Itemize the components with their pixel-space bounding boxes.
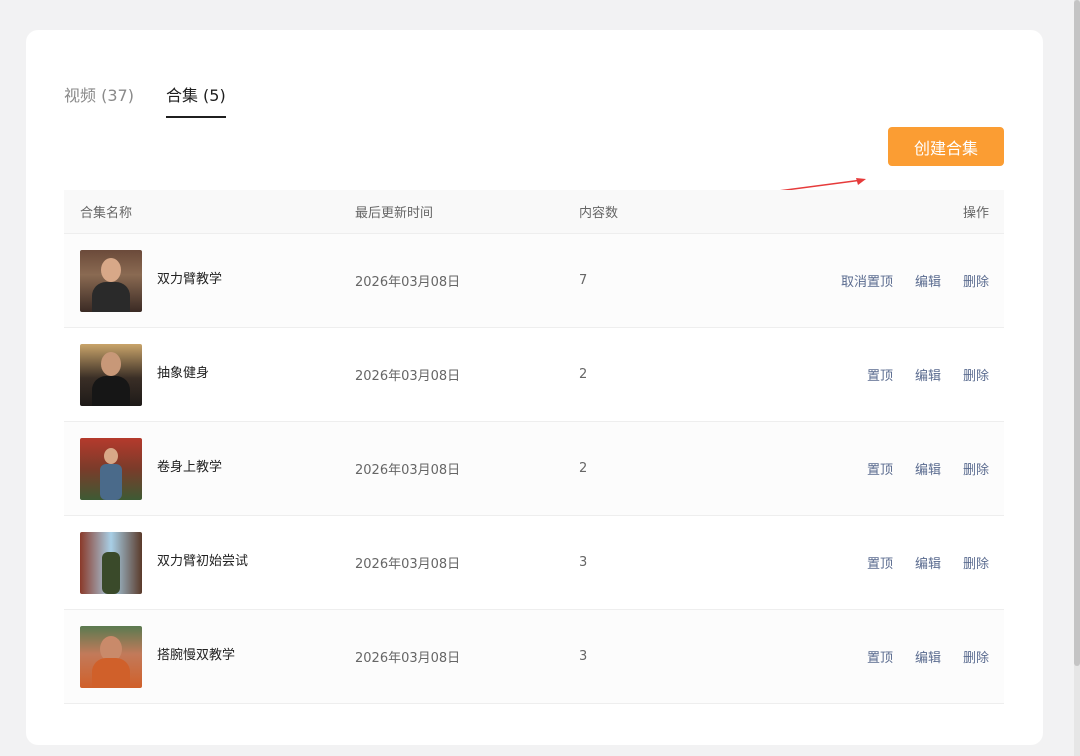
unpin-link[interactable]: 取消置顶 — [841, 271, 893, 290]
collection-count: 2 — [579, 367, 588, 382]
table-row: 搭腕慢双教学 2026年03月08日 3 置顶 编辑 删除 — [64, 610, 1004, 704]
delete-link[interactable]: 删除 — [963, 459, 989, 478]
collection-title: 抽象健身 — [157, 366, 210, 381]
collection-thumbnail[interactable] — [80, 249, 142, 312]
collection-title: 卷身上教学 — [157, 460, 223, 475]
collection-title: 双力臂初始尝试 — [157, 554, 249, 569]
collection-title: 搭腕慢双教学 — [157, 648, 236, 663]
header-name: 合集名称 — [80, 206, 133, 221]
delete-link[interactable]: 删除 — [963, 271, 989, 290]
edit-link[interactable]: 编辑 — [915, 365, 941, 384]
row-actions: 取消置顶 编辑 删除 — [729, 271, 1004, 290]
table-header: 合集名称 最后更新时间 内容数 操作 — [64, 190, 1004, 234]
table-row: 双力臂初始尝试 2026年03月08日 3 置顶 编辑 删除 — [64, 516, 1004, 610]
row-actions: 置顶 编辑 删除 — [729, 365, 1004, 384]
create-collection-button[interactable]: 创建合集 — [888, 127, 1004, 166]
pin-link[interactable]: 置顶 — [867, 459, 893, 478]
table-row: 双力臂教学 2026年03月08日 7 取消置顶 编辑 删除 — [64, 234, 1004, 328]
page: 视频 (37) 合集 (5) 创建合集 合集名称 最后更新时间 内容数 操作 双… — [0, 0, 1080, 756]
pin-link[interactable]: 置顶 — [867, 647, 893, 666]
table-row: 抽象健身 2026年03月08日 2 置顶 编辑 删除 — [64, 328, 1004, 422]
collection-updated: 2026年03月08日 — [355, 463, 461, 478]
row-actions: 置顶 编辑 删除 — [729, 553, 1004, 572]
collection-count: 2 — [579, 461, 588, 476]
collection-title: 双力臂教学 — [157, 272, 223, 287]
collection-count: 3 — [579, 649, 588, 664]
header-actions-label: 操作 — [962, 206, 989, 221]
collection-updated: 2026年03月08日 — [355, 275, 461, 290]
collection-thumbnail[interactable] — [80, 437, 142, 500]
tab-collections[interactable]: 合集 (5) — [165, 82, 226, 118]
header-count: 内容数 — [579, 206, 619, 221]
scrollbar-track[interactable] — [1074, 0, 1080, 756]
header-actions: 操作 — [729, 202, 1004, 221]
collection-count: 3 — [579, 555, 588, 570]
pin-link[interactable]: 置顶 — [867, 553, 893, 572]
collection-updated: 2026年03月08日 — [355, 651, 461, 666]
collection-thumbnail[interactable] — [80, 625, 142, 688]
edit-link[interactable]: 编辑 — [915, 647, 941, 666]
table-row: 卷身上教学 2026年03月08日 2 置顶 编辑 删除 — [64, 422, 1004, 516]
delete-link[interactable]: 删除 — [963, 365, 989, 384]
delete-link[interactable]: 删除 — [963, 647, 989, 666]
collection-updated: 2026年03月08日 — [355, 557, 461, 572]
pin-link[interactable]: 置顶 — [867, 365, 893, 384]
edit-link[interactable]: 编辑 — [915, 271, 941, 290]
collections-table: 合集名称 最后更新时间 内容数 操作 双力臂教学 2026年03月08日 7 取… — [64, 190, 1004, 704]
collection-thumbnail[interactable] — [80, 343, 142, 406]
collection-count: 7 — [579, 273, 588, 288]
delete-link[interactable]: 删除 — [963, 553, 989, 572]
edit-link[interactable]: 编辑 — [915, 459, 941, 478]
collections-card: 视频 (37) 合集 (5) 创建合集 合集名称 最后更新时间 内容数 操作 双… — [26, 30, 1043, 745]
tab-videos[interactable]: 视频 (37) — [64, 82, 134, 118]
collection-updated: 2026年03月08日 — [355, 369, 461, 384]
row-actions: 置顶 编辑 删除 — [729, 647, 1004, 666]
tab-bar: 视频 (37) 合集 (5) — [64, 82, 226, 118]
header-updated: 最后更新时间 — [355, 206, 434, 221]
table-body: 双力臂教学 2026年03月08日 7 取消置顶 编辑 删除 抽象健身 2026… — [64, 234, 1004, 704]
scrollbar-thumb[interactable] — [1074, 0, 1080, 666]
edit-link[interactable]: 编辑 — [915, 553, 941, 572]
row-actions: 置顶 编辑 删除 — [729, 459, 1004, 478]
collection-thumbnail[interactable] — [80, 531, 142, 594]
